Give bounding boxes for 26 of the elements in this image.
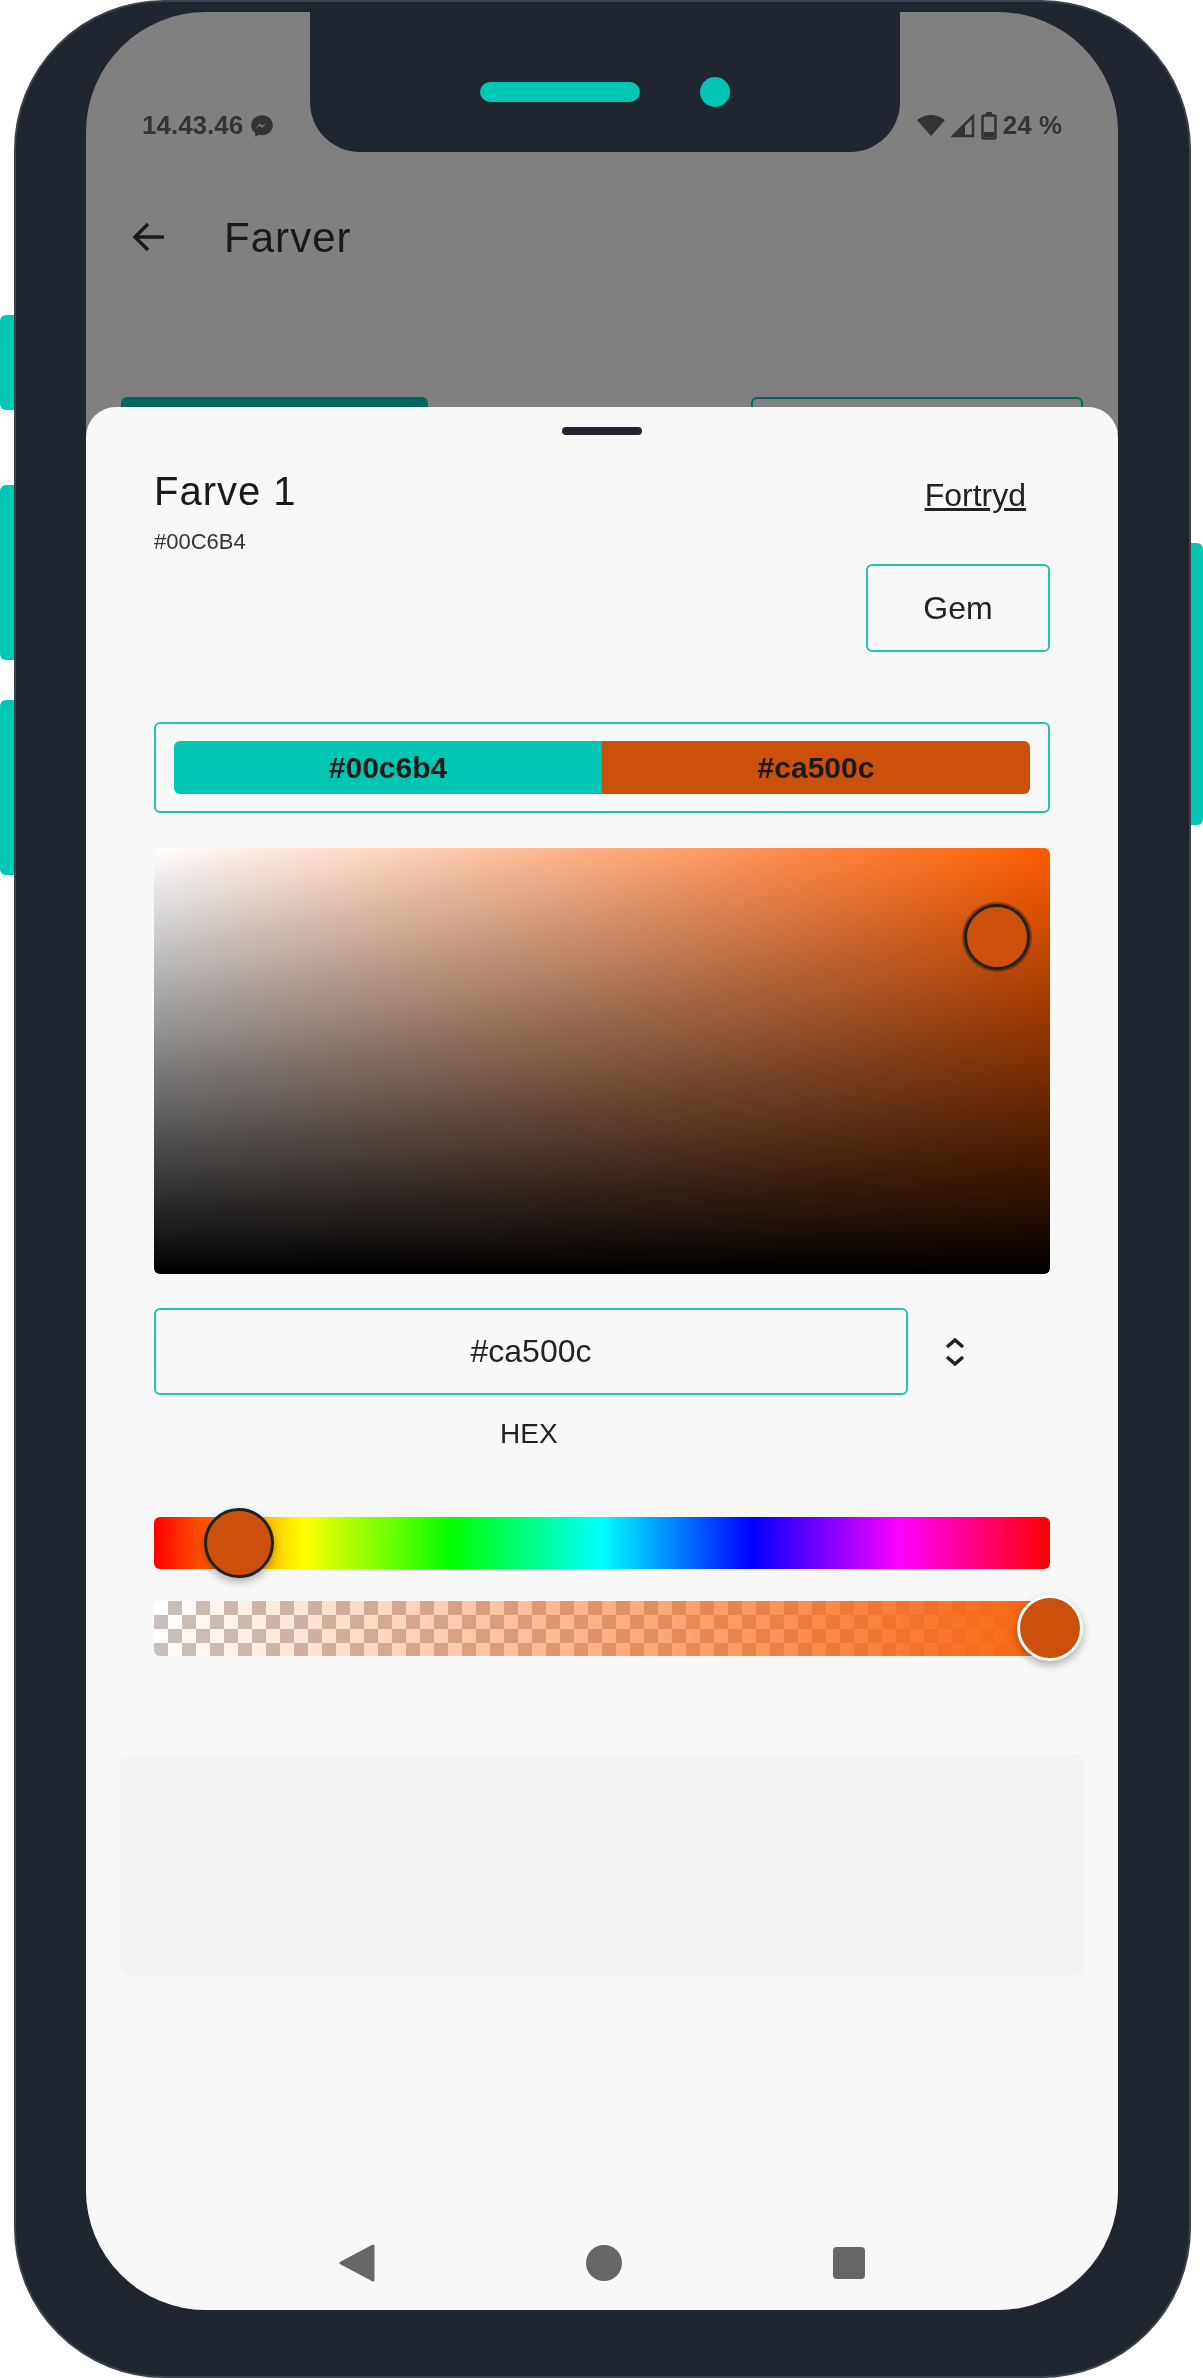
status-time: 14.43.46 (142, 109, 244, 142)
wifi-icon (916, 113, 945, 138)
signal-icon (950, 113, 975, 138)
hex-input-field[interactable]: #ca500c (154, 1308, 908, 1395)
battery-percent: 24 % (1002, 109, 1062, 142)
messenger-icon (249, 112, 276, 139)
hue-slider-thumb[interactable] (203, 1508, 274, 1578)
battery-icon (980, 111, 997, 140)
back-icon[interactable] (132, 222, 166, 252)
opacity-slider-thumb[interactable] (1017, 1595, 1083, 1661)
chevron-up-down-icon[interactable] (944, 1335, 966, 1368)
format-label: HEX (500, 1417, 558, 1451)
camera-lens (700, 77, 730, 107)
page-title: Farver (224, 212, 352, 263)
recents-square-icon[interactable] (832, 2247, 865, 2279)
drag-handle[interactable] (562, 427, 642, 435)
color-swatch[interactable]: #ca500c (602, 741, 1030, 794)
color-swatch[interactable]: #00c6b4 (174, 741, 602, 794)
save-button[interactable]: Gem (866, 564, 1050, 652)
back-triangle-icon[interactable] (339, 2244, 376, 2282)
hue-slider[interactable] (154, 1507, 1050, 1579)
picker-thumb[interactable] (963, 903, 1030, 970)
cancel-link[interactable]: Fortryd (924, 471, 1026, 519)
color-gradient-area[interactable] (154, 848, 1050, 1274)
sheet-title: Farve 1 (154, 468, 297, 515)
color-code: #00C6B4 (154, 528, 247, 556)
